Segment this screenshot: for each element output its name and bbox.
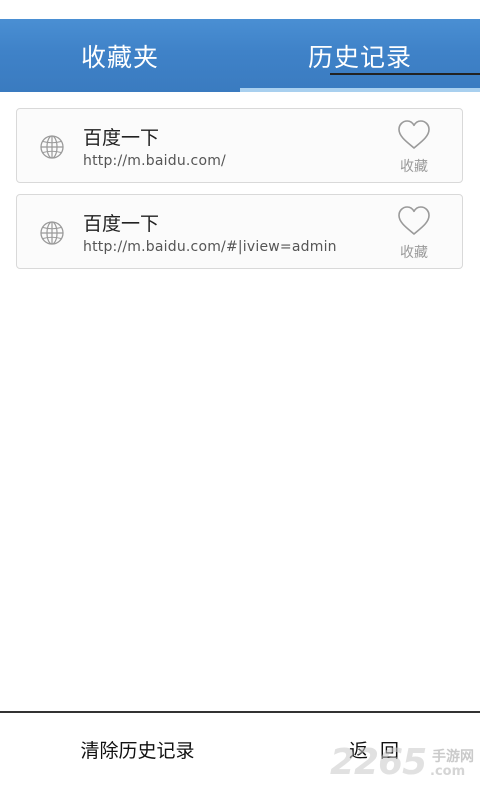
tab-bar: 收藏夹 历史记录 — [0, 19, 480, 92]
tab-active-indicator — [240, 88, 480, 92]
globe-icon — [40, 135, 64, 159]
history-item-url: http://m.baidu.com/ — [83, 153, 226, 169]
bottom-bar: 清除历史记录 返回 — [0, 711, 480, 800]
history-item-title: 百度一下 — [83, 213, 160, 235]
clear-history-button[interactable]: 清除历史记录 — [60, 731, 215, 767]
history-item-title: 百度一下 — [83, 127, 160, 149]
tab-history[interactable]: 历史记录 — [240, 19, 480, 92]
heart-icon — [398, 206, 430, 235]
tab-favorites[interactable]: 收藏夹 — [0, 19, 240, 92]
favorite-button[interactable]: 收藏 — [391, 205, 437, 263]
history-item[interactable]: 百度一下 http://m.baidu.com/#|iview=admin 收藏 — [16, 194, 463, 269]
history-item[interactable]: 百度一下 http://m.baidu.com/ 收藏 — [16, 108, 463, 183]
favorite-button[interactable]: 收藏 — [391, 119, 437, 177]
status-bar-area — [0, 0, 480, 19]
favorite-label: 收藏 — [400, 159, 428, 175]
history-item-url: http://m.baidu.com/#|iview=admin — [83, 239, 337, 255]
back-button-underline — [330, 73, 480, 75]
back-button[interactable]: 返回 — [320, 731, 440, 767]
globe-icon — [40, 221, 64, 245]
favorite-label: 收藏 — [400, 245, 428, 261]
heart-icon — [398, 120, 430, 149]
